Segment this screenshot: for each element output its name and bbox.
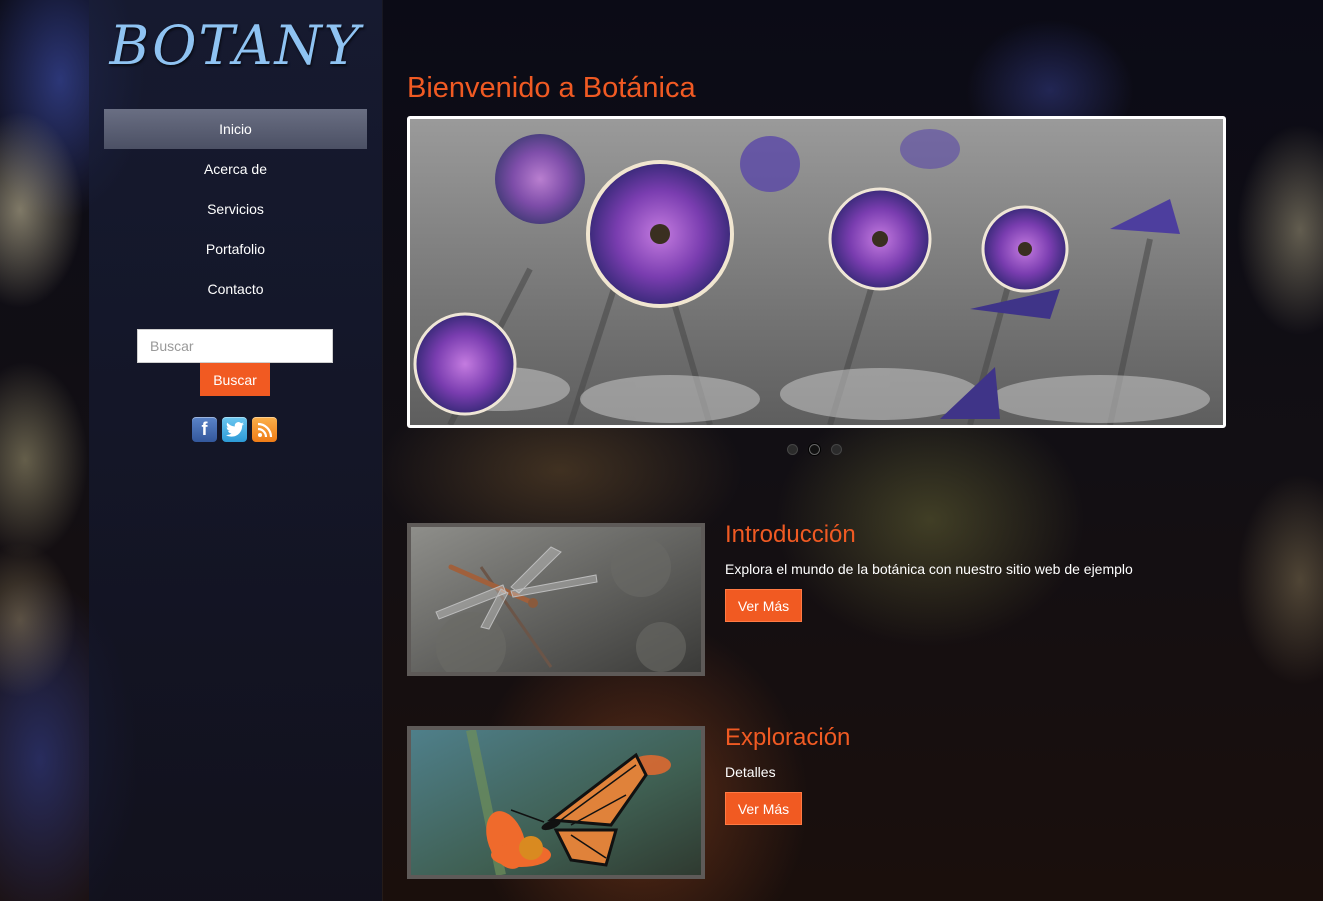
feature-exploracion: Exploración Detalles Ver Más [407,724,1227,879]
feature-image-frame [407,523,705,676]
nav-item-contacto[interactable]: Contacto [104,269,367,309]
twitter-bird-glyph [225,422,244,437]
sidebar: BOTANY Inicio Acerca de Servicios Portaf… [89,0,382,901]
feature-text: Explora el mundo de la botánica con nues… [725,561,1133,577]
image-slider[interactable] [407,116,1226,428]
rss-icon[interactable] [252,417,277,442]
purple-petunias-photo [410,119,1223,425]
feature-image-frame [407,726,705,879]
search-input[interactable] [137,329,333,363]
site-logo[interactable]: BOTANY [89,14,382,77]
facebook-icon[interactable]: f [192,417,217,442]
social-links: f [192,417,277,442]
dragonfly-photo [411,527,701,672]
facebook-glyph: f [201,419,208,439]
ver-mas-button[interactable]: Ver Más [725,589,802,622]
rss-glyph [257,422,272,437]
feature-title: Introducción [725,521,856,548]
slider-dot-3[interactable] [831,444,842,455]
main-nav: Inicio Acerca de Servicios Portafolio Co… [104,109,367,309]
feature-introduccion: Introducción Explora el mundo de la botá… [407,521,1227,676]
ver-mas-button[interactable]: Ver Más [725,792,802,825]
feature-text: Detalles [725,764,776,780]
slider-dot-1[interactable] [787,444,798,455]
twitter-icon[interactable] [222,417,247,442]
nav-item-portafolio[interactable]: Portafolio [104,229,367,269]
search-button[interactable]: Buscar [200,363,270,396]
feature-title: Exploración [725,724,851,751]
nav-item-acerca-de[interactable]: Acerca de [104,149,367,189]
butterfly-photo [411,730,701,875]
slider-dot-2[interactable] [809,444,820,455]
page-title: Bienvenido a Botánica [407,72,696,104]
nav-item-inicio[interactable]: Inicio [104,109,367,149]
nav-item-servicios[interactable]: Servicios [104,189,367,229]
slider-dots [787,444,842,455]
